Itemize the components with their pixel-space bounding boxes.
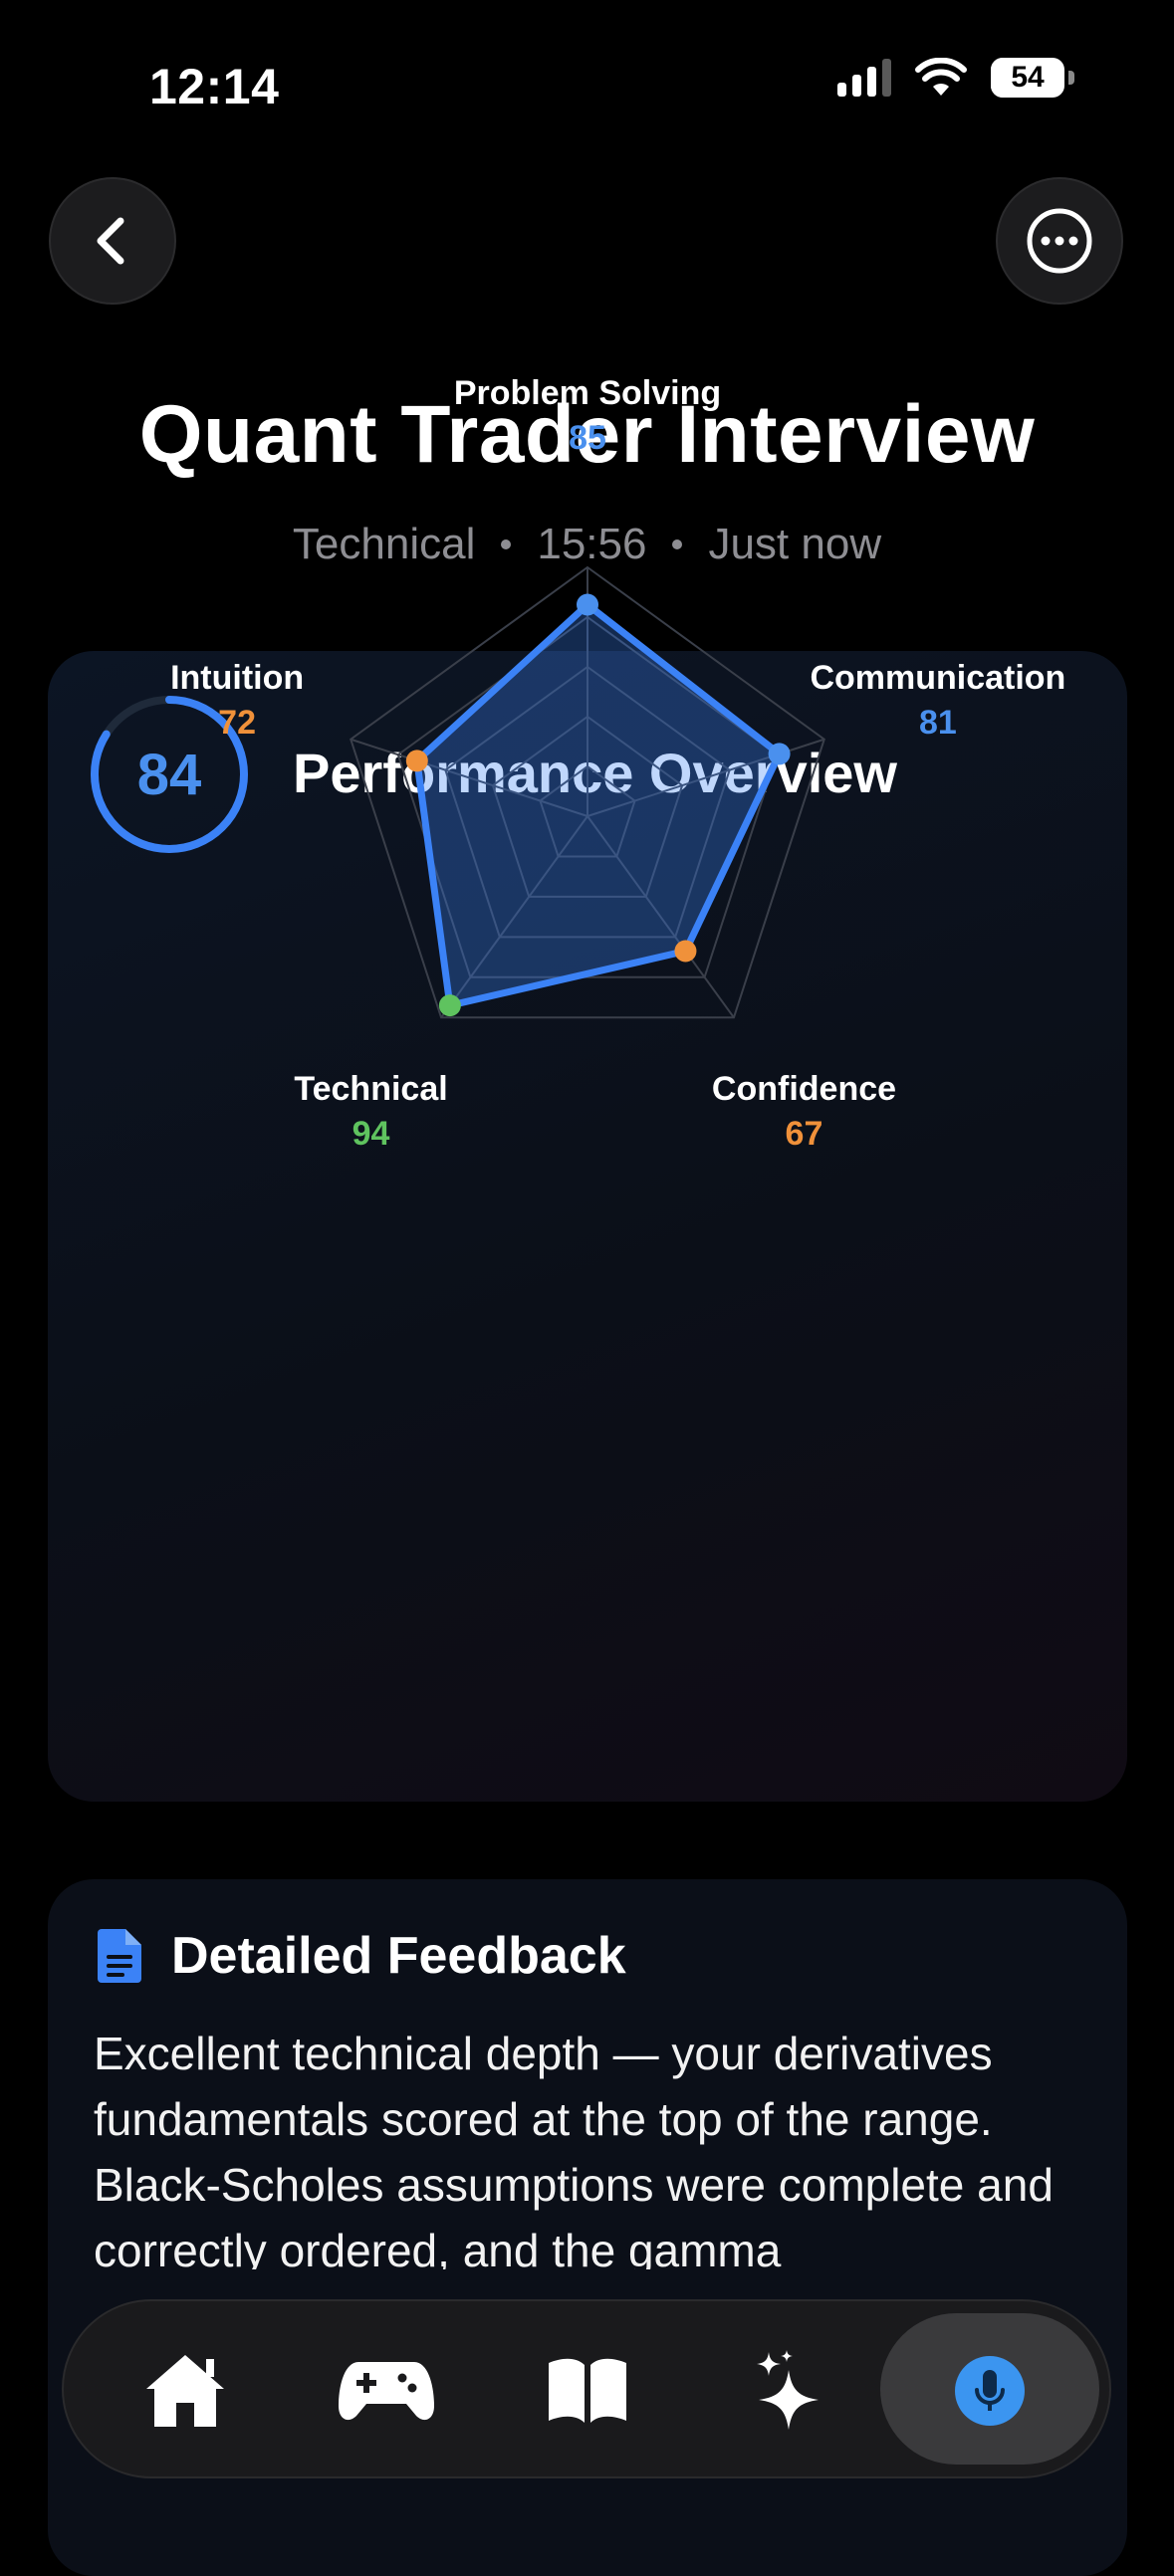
meta-time: Just now	[708, 520, 882, 568]
separator-dot	[672, 539, 683, 549]
battery-tip	[1068, 71, 1074, 85]
microphone-icon	[955, 2356, 1025, 2426]
radar-label-intuition: Intuition 72	[68, 659, 406, 743]
radar-label-technical: Technical 94	[202, 1070, 541, 1154]
chevron-left-icon	[97, 217, 124, 265]
radar-label-confidence: Confidence 67	[634, 1070, 973, 1154]
radar-label-problem-solving: Problem Solving 85	[418, 374, 757, 458]
document-icon	[98, 1929, 141, 1983]
more-options-button[interactable]	[996, 177, 1123, 305]
gamepad-icon	[339, 2362, 434, 2421]
feedback-text: Excellent technical depth — your derivat…	[94, 2028, 1054, 2269]
sparkles-icon	[757, 2350, 819, 2430]
session-meta: Technical 15:56 Just now	[0, 520, 1174, 569]
tab-games[interactable]	[325, 2329, 448, 2453]
feedback-title: Detailed Feedback	[171, 1927, 626, 1985]
radar-axis-label: Technical	[294, 1070, 448, 1109]
performance-title: Performance Overview	[293, 742, 897, 804]
home-icon	[146, 2355, 224, 2427]
ellipsis-circle-icon	[1027, 208, 1092, 274]
radar-label-communication: Communication 81	[769, 659, 1107, 743]
radar-axis-value: 85	[569, 419, 606, 457]
radar-axis-label: Communication	[810, 658, 1066, 697]
radar-axis-label: Intuition	[170, 658, 305, 697]
book-icon	[549, 2358, 626, 2423]
battery-icon: 54	[991, 58, 1064, 98]
tab-ai[interactable]	[727, 2329, 850, 2453]
meta-category: Technical	[292, 520, 476, 568]
cellular-signal-icon	[837, 59, 891, 97]
tab-record[interactable]	[928, 2329, 1052, 2453]
wifi-icon	[915, 58, 967, 96]
back-button[interactable]	[49, 177, 176, 305]
battery-level: 54	[1011, 61, 1045, 94]
tab-home[interactable]	[123, 2329, 247, 2453]
radar-point-problem-solving	[577, 593, 598, 616]
radar-axis-label: Problem Solving	[453, 374, 722, 412]
separator-dot	[501, 539, 512, 549]
radar-axis-label: Confidence	[711, 1070, 897, 1109]
radar-axis-value: 81	[918, 703, 957, 742]
meta-duration: 15:56	[537, 520, 647, 568]
status-time: 12:14	[149, 59, 280, 114]
tab-library[interactable]	[526, 2329, 649, 2453]
radar-axis-value: 94	[352, 1115, 390, 1154]
radar-axis-value: 72	[218, 703, 256, 742]
radar-axis-value: 67	[785, 1115, 823, 1154]
status-icons: 54	[837, 58, 1074, 98]
